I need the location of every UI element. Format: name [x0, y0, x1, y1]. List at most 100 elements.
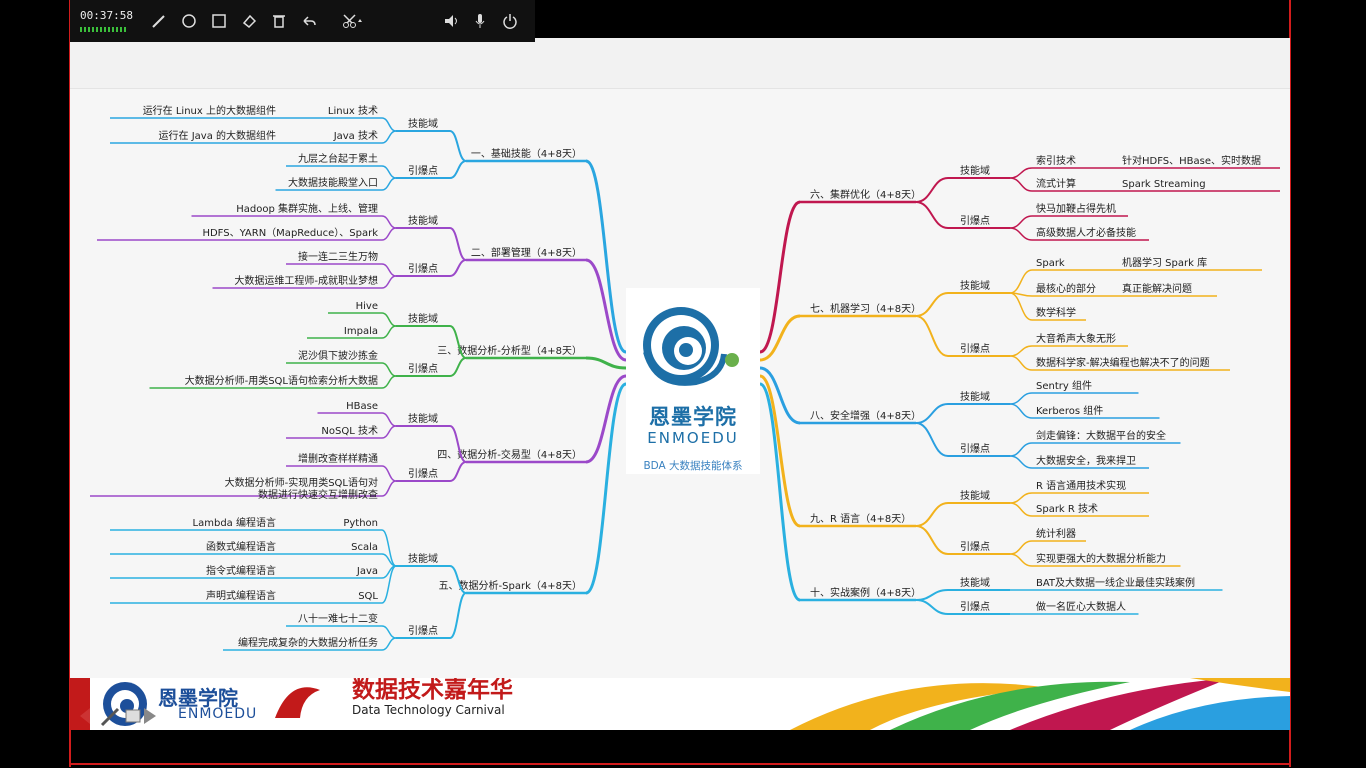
leaf-connector: [381, 117, 397, 132]
pen-icon[interactable]: [100, 707, 120, 727]
branch-title: 十、实战案例（4+8天）: [810, 586, 921, 599]
leaf-text: 高级数据人才必备技能: [1036, 226, 1136, 239]
leaf-note: 声明式编程语言: [206, 589, 276, 602]
group-connector: [449, 461, 467, 482]
trash-icon[interactable]: [268, 10, 290, 32]
leaf-connector: [1009, 292, 1033, 321]
slide: 一、基础技能（4+8天） 技能域 Linux 技术 运行在 Linux 上的大数据组件…: [70, 38, 1290, 730]
leaf-connector: [1009, 269, 1033, 294]
leaf-note: 函数式编程语言: [206, 540, 276, 553]
banner-title: 数据技术嘉年华: [352, 678, 513, 703]
rectangle-icon[interactable]: [208, 10, 230, 32]
leaf-text: Linux 技术: [328, 104, 378, 117]
notes-icon[interactable]: [125, 709, 141, 723]
leaf-text: 编程完成复杂的大数据分析任务: [238, 636, 378, 649]
leaf-text: Impala: [344, 326, 378, 337]
center-brand-cn: 恩墨学院: [649, 405, 737, 429]
leaf-text: SQL: [358, 591, 378, 602]
branch-title: 八、安全增强（4+8天）: [810, 409, 921, 422]
next-arrow-icon[interactable]: [144, 708, 156, 724]
group-label: 技能域: [960, 279, 990, 292]
branch-title: 二、部署管理（4+8天）: [471, 246, 582, 259]
pen-icon[interactable]: [148, 10, 170, 32]
leaf-connector: [381, 263, 397, 277]
leaf-connector: [381, 325, 397, 339]
leaf-connector: [381, 375, 397, 389]
leaf-connector: [1009, 442, 1033, 457]
leaf-connector: [1009, 345, 1033, 357]
group-connector: [915, 599, 949, 615]
leaf-text: Scala: [351, 542, 378, 553]
leaf-connector: [1009, 455, 1033, 469]
circle-icon[interactable]: [178, 10, 200, 32]
leaf-text: Spark R 技术: [1036, 502, 1098, 515]
group-label: 引爆点: [960, 601, 990, 613]
leaf-text: 九层之台起于累土: [298, 152, 378, 165]
group-label: 引爆点: [960, 215, 990, 227]
leaf-connector: [381, 412, 397, 427]
leaf-text: 大数据技能殿堂入口: [288, 176, 378, 189]
group-label: 技能域: [960, 164, 990, 177]
leaf-connector: [381, 312, 397, 327]
leaf-connector: [381, 275, 397, 289]
leaf-note: Spark Streaming: [1122, 179, 1206, 190]
group-connector: [915, 525, 949, 555]
playback-controls[interactable]: [78, 705, 158, 727]
leaf-text: 索引技术: [1036, 154, 1076, 167]
leaf-connector: [381, 637, 397, 651]
speaker-icon[interactable]: [440, 10, 462, 32]
leaf-text: Sentry 组件: [1036, 379, 1092, 392]
group-connector: [449, 357, 467, 377]
group-connector: [449, 259, 467, 277]
leaf-text: Hadoop 集群实施、上线、管理: [236, 202, 378, 215]
branch-title: 六、集群优化（4+8天）: [810, 188, 921, 201]
prev-arrow-icon[interactable]: [80, 708, 90, 724]
leaf-connector: [381, 465, 397, 482]
group-label: 技能域: [408, 312, 438, 325]
center-brand-en: ENMOEDU: [647, 429, 739, 447]
power-icon[interactable]: [499, 10, 521, 32]
scissors-icon[interactable]: [342, 10, 364, 32]
leaf-connector: [1009, 403, 1033, 419]
group-connector: [915, 502, 949, 527]
leaf-text: 流式计算: [1036, 177, 1076, 190]
leaf-text: 快马加鞭占得先机: [1036, 202, 1116, 215]
leaf-text: 大数据分析师-用类SQL语句检索分析大数据: [185, 374, 378, 387]
leaf-text: 泥沙俱下披沙拣金: [298, 349, 378, 362]
group-label: 引爆点: [408, 625, 438, 637]
leaf-connector: [1009, 215, 1033, 229]
leaf-connector: [381, 177, 397, 191]
leaf-text: 大数据安全，我来捍卫: [1036, 454, 1136, 467]
group-connector: [915, 315, 949, 357]
group-label: 引爆点: [408, 165, 438, 177]
branch-connector: [585, 356, 627, 370]
leaf-connector: [1009, 492, 1033, 504]
group-connector: [449, 130, 467, 162]
leaf-text: HBase: [346, 401, 378, 412]
group-connector: [449, 160, 467, 179]
leaf-connector: [381, 625, 397, 639]
group-label: 引爆点: [960, 541, 990, 553]
microphone-icon[interactable]: [469, 10, 491, 32]
leaf-text: Python: [343, 518, 378, 529]
group-connector: [449, 592, 467, 639]
center-subtitle: BDA 大数据技能体系: [643, 460, 743, 472]
group-label: 引爆点: [960, 343, 990, 355]
leaf-note: 真正能解决问题: [1122, 282, 1192, 295]
leaf-text: 数据进行快速交互增删改查: [258, 488, 378, 501]
leaf-text: Java 技术: [333, 129, 378, 142]
leaf-connector: [1009, 167, 1033, 179]
leaf-text: 实现更强大的大数据分析能力: [1036, 552, 1166, 565]
leaf-text: Hive: [356, 301, 378, 312]
leaf-text: 大音希声大象无形: [1036, 332, 1116, 345]
undo-icon[interactable]: [298, 10, 320, 32]
eraser-icon[interactable]: [238, 10, 260, 32]
leaf-connector: [1009, 553, 1033, 567]
leaf-text: 接一连二三生万物: [298, 250, 378, 263]
footer-banner: 恩墨学院 ENMOEDU 数据技术嘉年华 Data Technology Car…: [70, 678, 1290, 730]
group-label: 技能域: [960, 390, 990, 403]
screen-record-toolbar: 00:37:58: [70, 0, 535, 42]
leaf-note: Lambda 编程语言: [193, 516, 276, 529]
leaf-text: HDFS、YARN（MapReduce）、Spark: [202, 227, 378, 239]
leaf-connector: [381, 165, 397, 179]
